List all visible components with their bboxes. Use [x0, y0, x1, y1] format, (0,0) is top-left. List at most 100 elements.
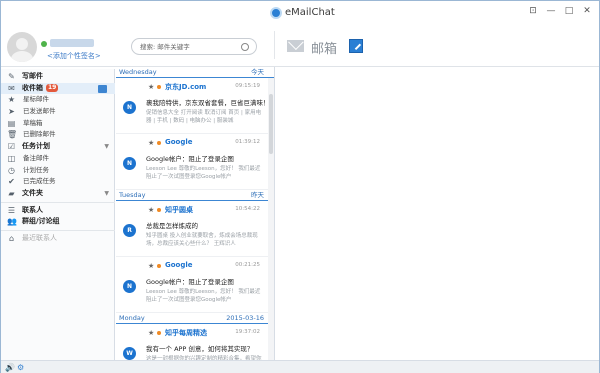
- drafts-icon: ▤: [7, 118, 16, 128]
- folder-icon: ▰: [8, 188, 15, 198]
- sidebar-item-compose[interactable]: ✎ 写邮件: [1, 71, 115, 83]
- window-controls: ⊡ — □ ✕: [525, 4, 595, 18]
- sidebar-item-folder[interactable]: ▰ 文件夹 ▼: [1, 188, 115, 200]
- online-status-icon[interactable]: [41, 41, 47, 47]
- mail-item[interactable]: ★ Google 01:39:12 N Google帐户：阻止了登录企图 Leeson L…: [116, 134, 274, 190]
- close-button[interactable]: ✕: [579, 4, 595, 18]
- unread-dot-icon: [157, 141, 161, 145]
- mail-item[interactable]: ★ 知乎每周精选 19:37:02 W 我有一个 APP 创意，如何将其实现？ 这是一封根…: [116, 324, 274, 360]
- mail-envelope-icon: [287, 40, 304, 52]
- scrollbar-thumb[interactable]: [269, 94, 273, 154]
- unread-dot-icon: [157, 85, 161, 89]
- mail-item[interactable]: ★ 知乎圆桌 10:54:22 R 总裁是怎样炼成的 知乎圆桌 投入创业就要取舍，炼成会场…: [116, 201, 274, 257]
- app-window: eMailChat ⊡ — □ ✕ <添加个性签名> ✎ 写邮件 ✉ 收件箱 19 ★ 星标…: [0, 0, 600, 373]
- star-icon[interactable]: ★: [148, 83, 154, 91]
- search-box[interactable]: [131, 38, 257, 55]
- sidebar-item-clock[interactable]: ◷ 计划任务: [1, 165, 115, 177]
- sidebar-item-label: 星标邮件: [23, 95, 49, 104]
- avatar[interactable]: [7, 32, 37, 62]
- date-group-header: Monday 2015-03-16: [116, 313, 274, 324]
- settings-icon[interactable]: ⚙: [17, 363, 24, 372]
- sidebar-item-label: 已完成任务: [23, 177, 56, 186]
- header-divider: [274, 31, 275, 59]
- sidebar-item-label: 已发送邮件: [23, 107, 56, 116]
- sender-avatar: N: [123, 280, 136, 293]
- mail-time: 10:54:22: [235, 206, 260, 212]
- sidebar-item-star[interactable]: ★ 星标邮件: [1, 94, 115, 106]
- sidebar-item-label: 最近联系人: [22, 233, 57, 242]
- mail-subject: 我有一个 APP 创意，如何将其实现？: [146, 345, 254, 353]
- mail-sender: Google: [165, 261, 193, 269]
- sidebar: <添加个性签名> ✎ 写邮件 ✉ 收件箱 19 ★ 星标邮件 ➤ 已发送邮件 ▤ 草稿箱 🗑 已删除邮件…: [1, 25, 115, 360]
- signature-link[interactable]: <添加个性签名>: [47, 51, 101, 61]
- date-group-day: Tuesday: [119, 191, 146, 199]
- mail-subject: Google帐户：阻止了登录企图: [146, 155, 234, 163]
- mail-preview: Leeson Lee 尊敬的Leeson，您好！ 我们最近阻止了一次试图登录您G…: [146, 166, 261, 180]
- sidebar-item-check[interactable]: ✔ 已完成任务: [1, 176, 115, 188]
- minimize-button[interactable]: —: [543, 4, 559, 18]
- sidebar-item-label: 文件夹: [22, 188, 43, 197]
- sent-icon: ➤: [8, 107, 15, 117]
- sidebar-item-trash[interactable]: 🗑 已删除邮件: [1, 129, 115, 141]
- sidebar-item-drafts[interactable]: ▤ 草稿箱: [1, 118, 115, 130]
- chevron-down-icon[interactable]: ▼: [104, 141, 109, 153]
- star-icon: ★: [7, 95, 16, 105]
- status-bar: 🔊 ⚙: [1, 360, 599, 373]
- skin-button[interactable]: ⊡: [525, 4, 541, 18]
- profile-panel: <添加个性签名>: [1, 25, 115, 69]
- username-blurred: [50, 39, 94, 47]
- app-logo-icon: [270, 7, 282, 19]
- sender-avatar: R: [123, 224, 136, 237]
- mail-subject: Google帐户：阻止了登录企图: [146, 278, 234, 286]
- compose-icon: ✎: [8, 72, 15, 81]
- compose-icon[interactable]: [349, 39, 363, 53]
- unread-dot-icon: [157, 264, 161, 268]
- contacts-icon: ☰: [7, 205, 16, 215]
- unread-count-badge: 19: [46, 83, 59, 92]
- sidebar-item-note[interactable]: ◫ 备注邮件: [1, 153, 115, 165]
- tasks-icon: ☑: [7, 142, 16, 152]
- date-group-day: Wednesday: [119, 68, 157, 76]
- sidebar-nav: ✎ 写邮件 ✉ 收件箱 19 ★ 星标邮件 ➤ 已发送邮件 ▤ 草稿箱 🗑 已删除邮件 ☑ 任务计划 ▼ ◫ 备注…: [1, 71, 115, 245]
- sidebar-item-contacts[interactable]: ☰ 联系人: [1, 205, 115, 217]
- sidebar-item-sent[interactable]: ➤ 已发送邮件: [1, 106, 115, 118]
- date-group-relative: 2015-03-16: [226, 314, 264, 322]
- maximize-button[interactable]: □: [561, 4, 577, 18]
- mail-sender: Google: [165, 138, 193, 146]
- mail-preview: 知乎圆桌 投入创业就要取舍，炼成会场总裁现场，总裁应该关心些什么？ 王辉识人: [146, 233, 258, 247]
- star-icon[interactable]: ★: [148, 139, 154, 147]
- date-group-header: Tuesday 昨天: [116, 190, 274, 201]
- mail-item[interactable]: ★ 京东JD.com 09:15:19 N 裹我陪特供，京东双省套餐，巨省巨满味！ 促销信…: [116, 78, 274, 134]
- recent-icon: ⌂: [8, 233, 15, 243]
- search-icon[interactable]: [241, 43, 249, 51]
- sidebar-item-group[interactable]: 👥 群组/讨论组: [1, 216, 115, 228]
- sidebar-item-recent[interactable]: ⌂ 最近联系人: [1, 233, 115, 245]
- sound-icon[interactable]: 🔊: [5, 363, 15, 372]
- mail-subject: 总裁是怎样炼成的: [146, 222, 198, 230]
- star-icon[interactable]: ★: [148, 206, 154, 214]
- title-bar: eMailChat ⊡ — □ ✕: [1, 1, 599, 25]
- star-icon[interactable]: ★: [148, 329, 154, 337]
- sender-avatar: N: [123, 157, 136, 170]
- date-group-header: Wednesday 今天: [116, 67, 274, 78]
- sidebar-item-inbox[interactable]: ✉ 收件箱 19: [1, 82, 115, 95]
- chevron-down-icon[interactable]: ▼: [104, 188, 109, 200]
- mail-item[interactable]: ★ Google 00:21:25 N Google帐户：阻止了登录企图 Leeson L…: [116, 257, 274, 313]
- mail-sender: 知乎每周精选: [165, 329, 207, 337]
- sidebar-item-label: 已删除邮件: [23, 130, 56, 139]
- mail-time: 00:21:25: [235, 262, 260, 268]
- sidebar-item-tasks[interactable]: ☑ 任务计划 ▼: [1, 141, 115, 153]
- date-group-day: Monday: [119, 314, 145, 322]
- clock-icon: ◷: [8, 165, 15, 175]
- mail-list: Wednesday 今天 ★ 京东JD.com 09:15:19 N 裹我陪特供，京东双省套…: [116, 67, 275, 360]
- inbox-options-icon[interactable]: [98, 84, 107, 93]
- sidebar-item-label: 备注邮件: [23, 153, 49, 162]
- trash-icon: 🗑: [7, 130, 18, 140]
- note-icon: ◫: [7, 153, 16, 163]
- sidebar-item-label: 计划任务: [23, 165, 49, 174]
- search-input[interactable]: [140, 42, 240, 52]
- mail-list-scrollbar[interactable]: [268, 78, 274, 360]
- unread-dot-icon: [157, 331, 161, 335]
- star-icon[interactable]: ★: [148, 262, 154, 270]
- mail-time: 09:15:19: [235, 83, 260, 89]
